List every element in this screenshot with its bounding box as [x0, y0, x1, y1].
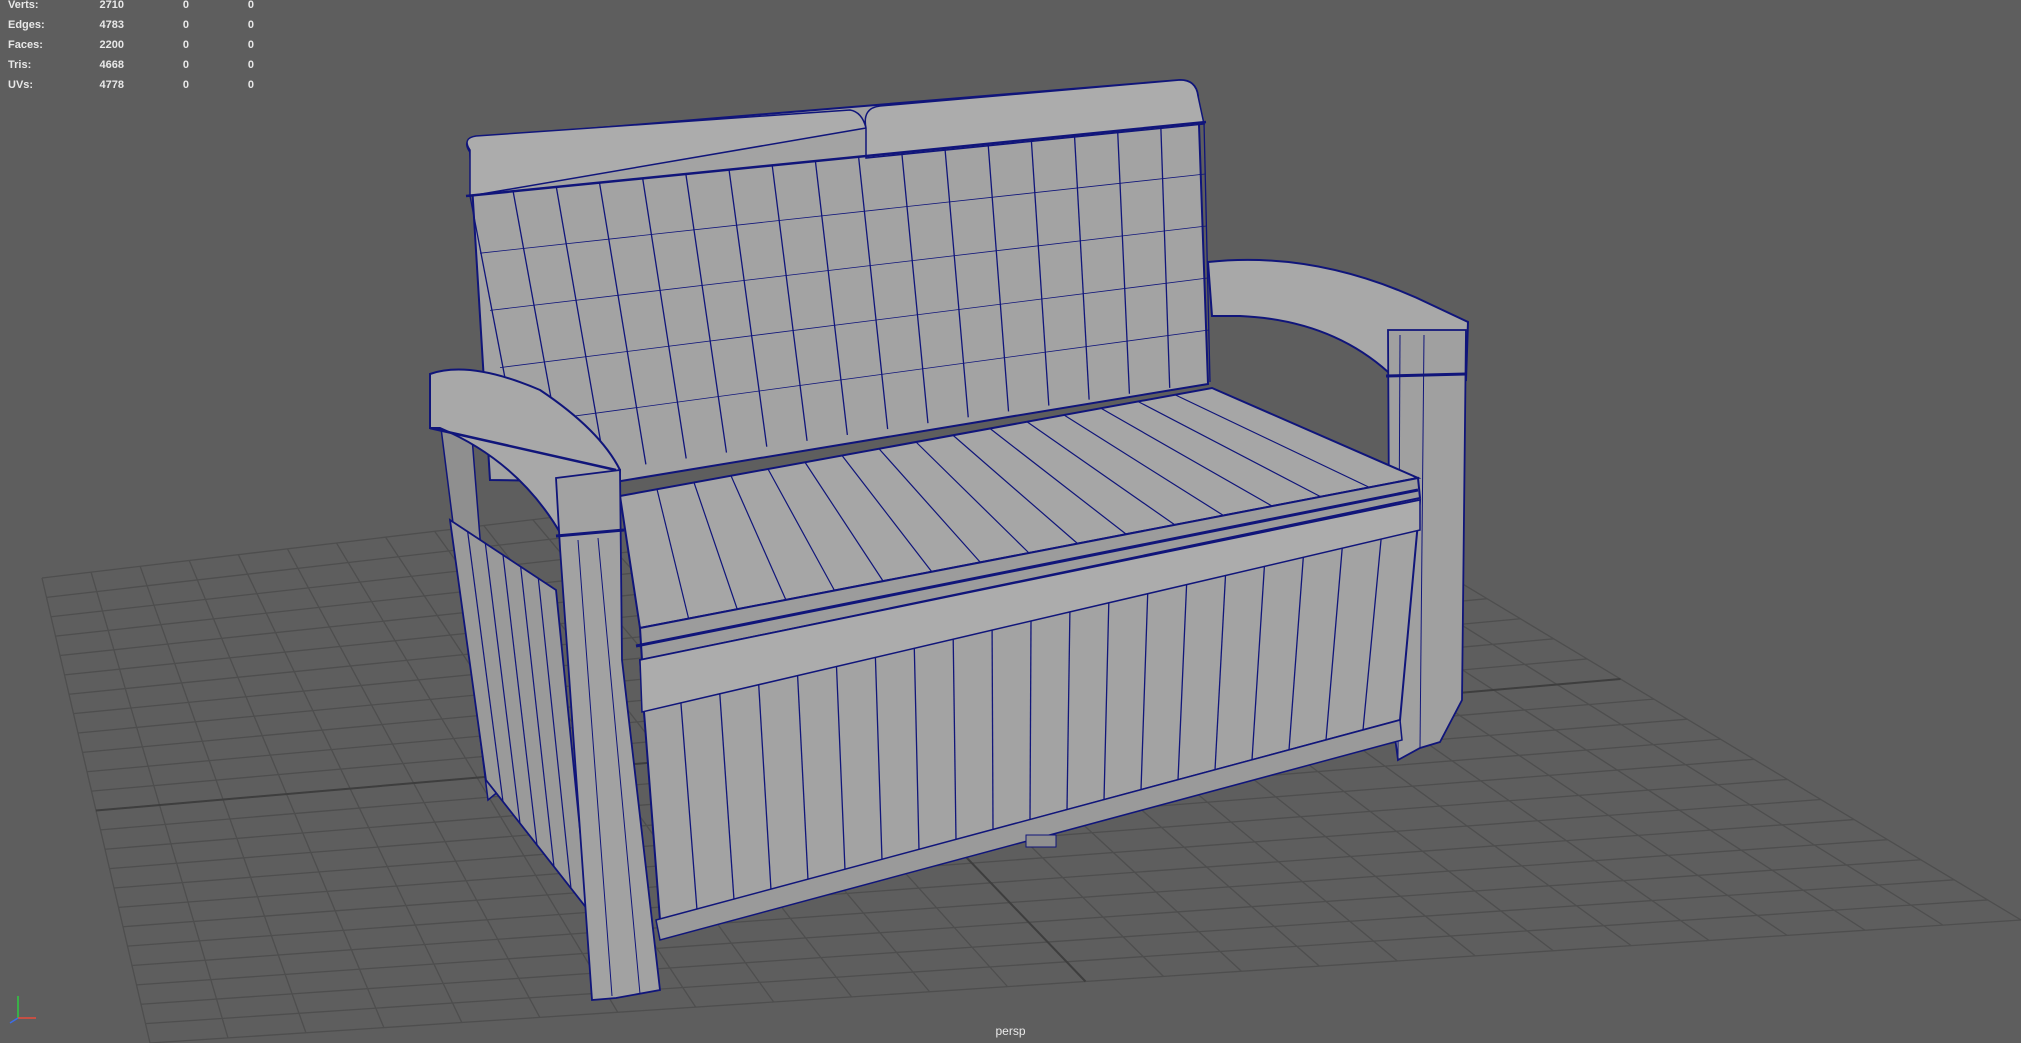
hud-v1: 4778: [99, 79, 124, 91]
hud-v2: 0: [182, 0, 189, 11]
hud-v2: 0: [182, 79, 189, 91]
hud-row: UVs: 4778 0 0: [0, 79, 260, 93]
hud-label: Tris:: [8, 59, 32, 71]
hud-v2: 0: [182, 39, 189, 51]
hud-v1: 2710: [99, 0, 124, 11]
bench-model[interactable]: [429, 78, 1470, 1001]
front-slat-line: [991, 630, 994, 831]
hud-label: Edges:: [8, 19, 45, 31]
hud-v2: 0: [182, 59, 189, 71]
hud-row: Tris: 4668 0 0: [0, 59, 260, 73]
hud-row: Faces: 2200 0 0: [0, 39, 260, 53]
hud-v3: 0: [247, 0, 254, 11]
z-axis-icon: [9, 1017, 19, 1024]
camera-name-label: persp: [995, 1024, 1026, 1038]
hud-v3: 0: [247, 19, 254, 31]
hud-label: UVs:: [8, 79, 34, 91]
hud-v1: 4783: [99, 19, 124, 31]
axis-orientation-gizmo: [9, 996, 36, 1024]
bench-latch: [1025, 834, 1057, 848]
hud-row: Verts: 2710 0 0: [0, 0, 260, 13]
hud-v2: 0: [182, 19, 189, 31]
hud-label: Verts:: [8, 0, 39, 11]
perspective-viewport[interactable]: [0, 0, 2021, 1043]
hud-v1: 2200: [99, 39, 124, 51]
hud-v3: 0: [247, 79, 254, 91]
hud-row: Edges: 4783 0 0: [0, 19, 260, 33]
hud-v1: 4668: [99, 59, 124, 71]
hud-v3: 0: [247, 59, 254, 71]
hud-v3: 0: [247, 39, 254, 51]
hud-label: Faces:: [8, 39, 43, 51]
